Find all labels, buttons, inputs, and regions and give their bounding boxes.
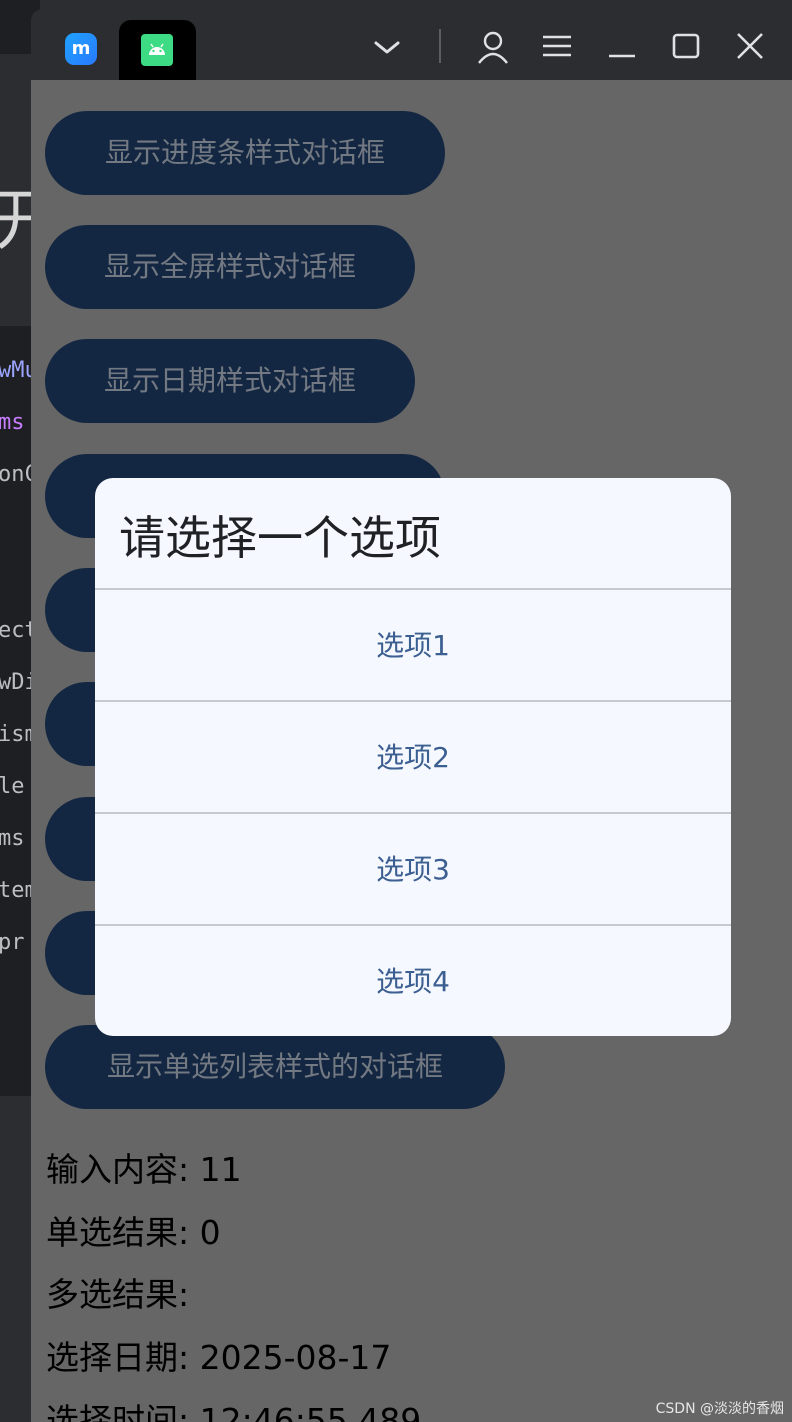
selected-time-result: 选择时间: 12:46:55.489 (46, 1401, 422, 1422)
close-icon[interactable] (730, 27, 770, 67)
mumu-logo-icon: m (65, 33, 97, 65)
dialog-option-1[interactable]: 选项1 (95, 588, 731, 701)
code-line: le (0, 774, 25, 799)
dialog-option-2[interactable]: 选项2 (95, 700, 731, 813)
selected-date-result: 选择日期: 2025-08-17 (46, 1338, 392, 1377)
show-date-dialog-button[interactable]: 显示日期样式对话框 (45, 339, 415, 423)
input-content-result: 输入内容: 11 (46, 1150, 242, 1189)
titlebar-divider (439, 29, 441, 63)
dialog-title: 请选择一个选项 (119, 511, 441, 565)
tab-android-app[interactable] (119, 20, 196, 80)
code-line: ms (0, 410, 25, 435)
single-choice-result: 单选结果: 0 (46, 1213, 221, 1252)
option-select-dialog: 请选择一个选项 选项1 选项2 选项3 选项4 (95, 478, 731, 1036)
code-line: ms (0, 826, 25, 851)
menu-icon[interactable] (537, 27, 577, 67)
show-progress-dialog-button[interactable]: 显示进度条样式对话框 (45, 111, 445, 195)
csdn-watermark: CSDN @淡淡的香烟 (655, 1401, 784, 1417)
dialog-option-4[interactable]: 选项4 (95, 924, 731, 1036)
multi-choice-result: 多选结果: (46, 1275, 190, 1314)
show-single-choice-dialog-button[interactable]: 显示单选列表样式的对话框 (45, 1025, 505, 1109)
minimize-icon[interactable] (602, 27, 642, 67)
android-icon (141, 34, 173, 66)
show-fullscreen-dialog-button[interactable]: 显示全屏样式对话框 (45, 225, 415, 309)
chevron-down-icon[interactable] (367, 27, 407, 67)
code-line: pr (0, 930, 25, 955)
window-titlebar: m (31, 9, 792, 80)
user-icon[interactable] (473, 27, 513, 67)
maximize-icon[interactable] (666, 27, 706, 67)
dialog-option-3[interactable]: 选项3 (95, 812, 731, 925)
